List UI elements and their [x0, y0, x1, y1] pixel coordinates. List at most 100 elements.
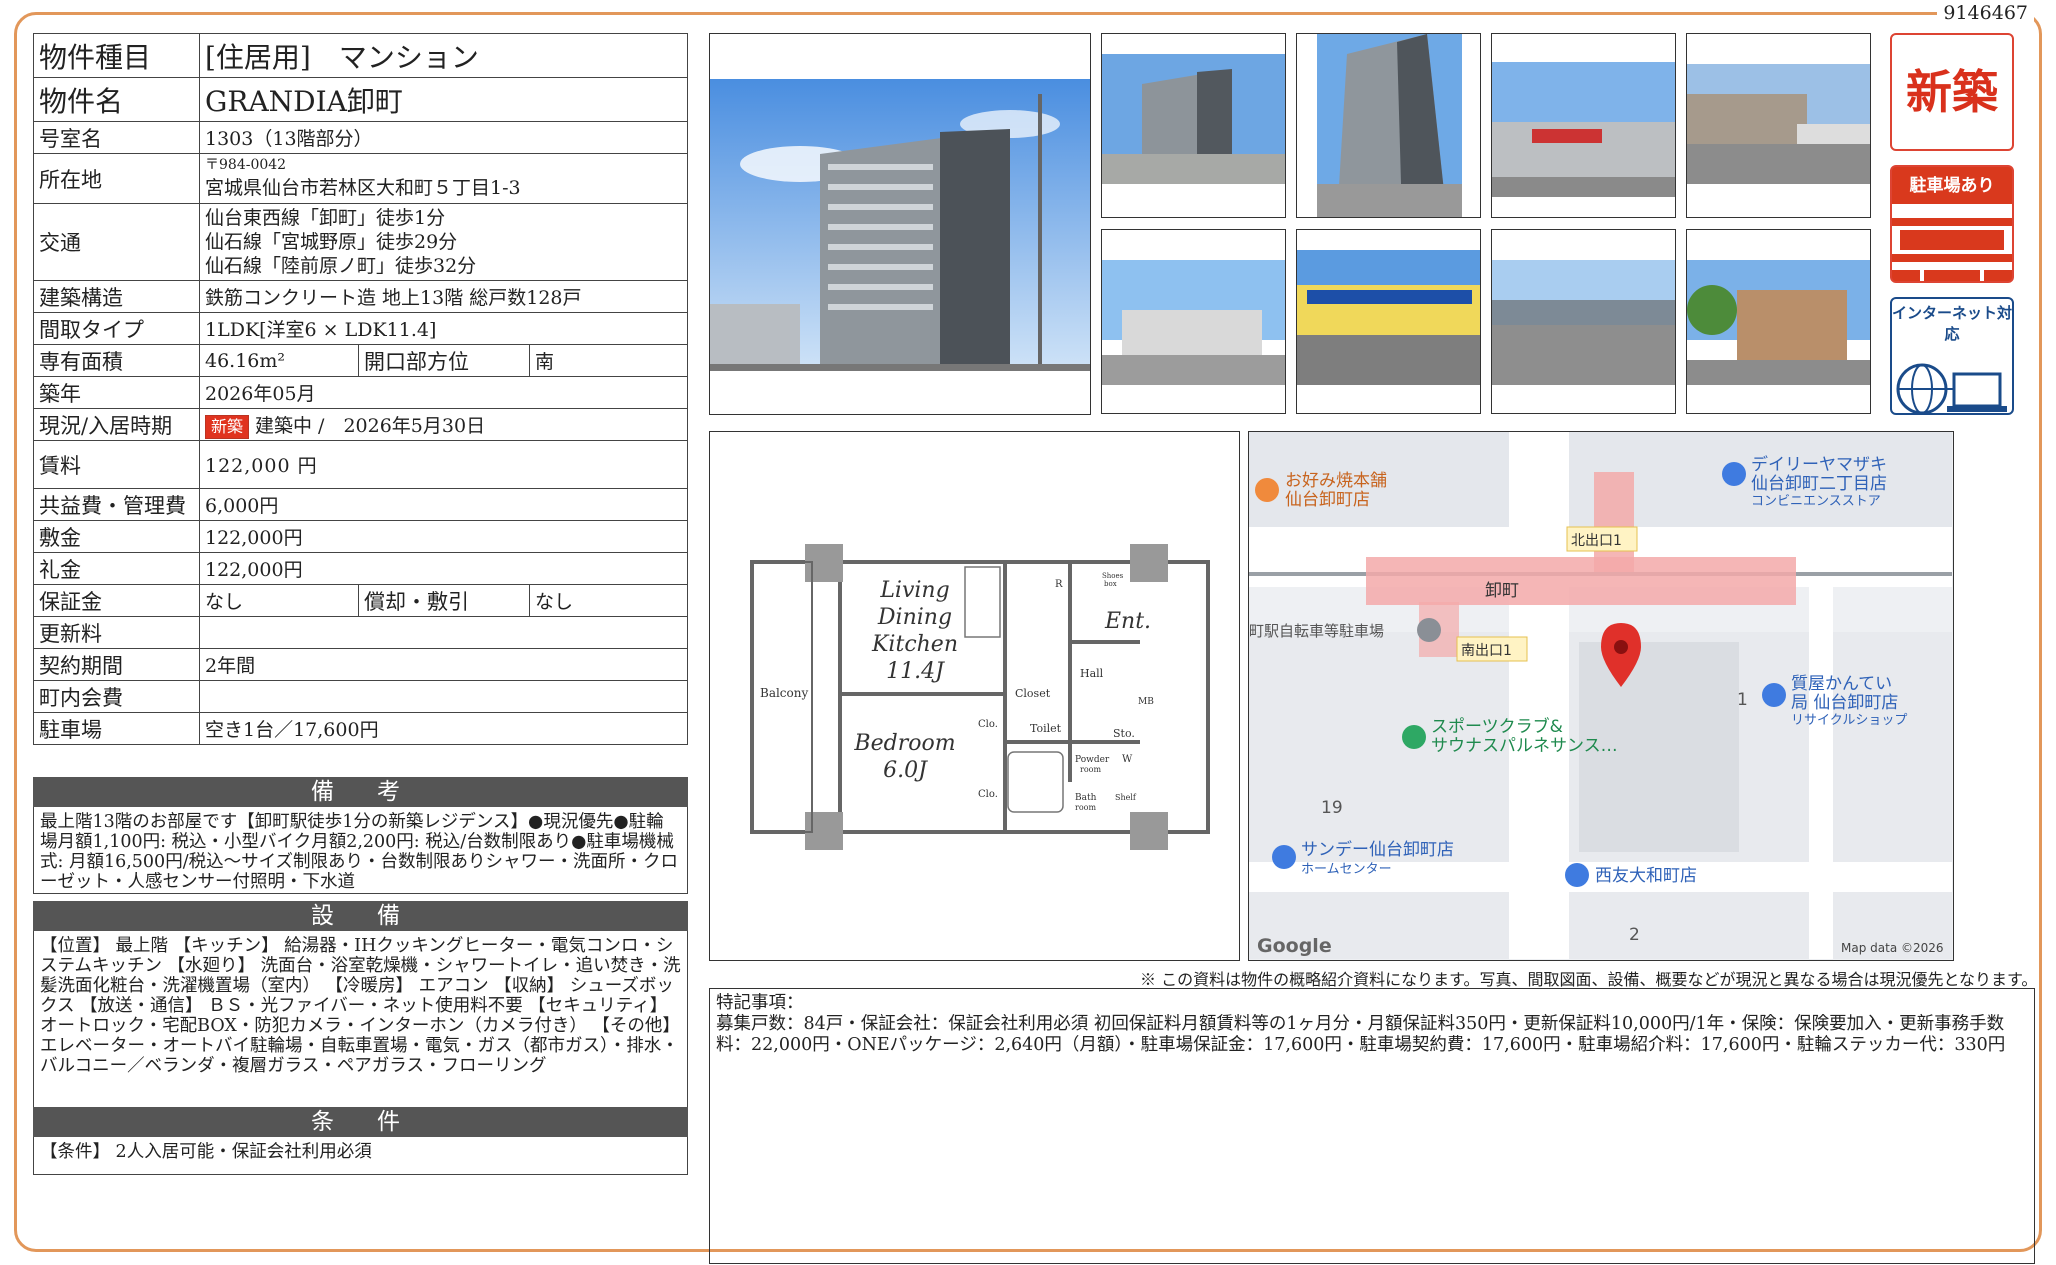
- thumb-seiyu-1[interactable]: [1491, 33, 1676, 218]
- address-zip: 〒984-0042: [205, 156, 287, 173]
- fee-label: 共益費・管理費: [33, 488, 200, 521]
- map-label-sports-2: サウナスパルネサンス…: [1431, 736, 1618, 756]
- type-value: [住居用] マンション: [199, 33, 688, 78]
- new-build-badge: 新築: [205, 414, 250, 439]
- thumb-image: [1687, 260, 1870, 385]
- setsubi-title: 設 備: [33, 901, 688, 931]
- parking-label: 駐車場: [33, 712, 200, 745]
- status-value: 建築中 / 2026年5月30日: [255, 414, 486, 437]
- address-cell: 〒984-0042 宮城県仙台市若林区大和町５丁目1-3: [199, 153, 688, 204]
- rent-label: 賃料: [33, 440, 200, 489]
- key-money-value: 122,000円: [199, 552, 688, 585]
- thumb-image: [1102, 54, 1285, 184]
- mb-label: MB: [1138, 697, 1154, 707]
- document-number: 9146467: [1937, 2, 2034, 24]
- building-image: [710, 79, 1090, 371]
- term-value: 2年間: [199, 648, 688, 681]
- thumb-image: [1492, 62, 1675, 197]
- floor-plan-drawing: Balcony Living Dining Kitchen 11.4J Bedr…: [750, 544, 1210, 850]
- powder-label: Powder: [1075, 755, 1110, 765]
- thumb-building-2[interactable]: [1296, 33, 1481, 218]
- shelf-label: Shelf: [1115, 793, 1137, 802]
- entrance-label: Ent.: [1104, 609, 1151, 634]
- map-label-pawn-3: リサイクルショップ: [1791, 713, 1907, 728]
- access-line: 仙石線「宮城野原」徒歩29分: [205, 231, 458, 253]
- thumb-image: [1102, 260, 1285, 385]
- bath-label-2: room: [1075, 803, 1096, 812]
- deposit-label: 敷金: [33, 520, 200, 553]
- setsubi-section: 設 備 【位置】 最上階 【キッチン】 給湯器・IHクッキングヒーター・電気コン…: [33, 901, 688, 1108]
- bath-label: Bath: [1075, 793, 1097, 803]
- name-value: GRANDIA卸町: [199, 77, 688, 122]
- structure-value: 鉄筋コンクリート造 地上13階 総戸数128戸: [199, 280, 688, 313]
- internet-badge: インターネット対応: [1890, 297, 2014, 415]
- parking-icon: [1892, 204, 2012, 281]
- map-label-daily-2: 仙台卸町二丁目店: [1751, 474, 1887, 494]
- access-line: 仙台東西線「卸町」徒歩1分: [205, 207, 446, 229]
- layout-label: 間取タイプ: [33, 312, 200, 345]
- map-label-sunday-2: ホームセンター: [1301, 862, 1392, 877]
- parking-value: 空き1台／17,600円: [199, 712, 688, 745]
- map-south-exit: 南出口1: [1461, 643, 1512, 659]
- new-construction-badge: 新築: [1890, 33, 2014, 151]
- built-label: 築年: [33, 376, 200, 409]
- map-label-okonomiyaki: お好み焼本舗: [1285, 471, 1387, 491]
- main-building-photo[interactable]: [709, 33, 1091, 415]
- storage-label: Sto.: [1113, 727, 1135, 740]
- deposit-value: 122,000円: [199, 520, 688, 553]
- ldk-line: Dining: [877, 605, 952, 630]
- location-map[interactable]: お好み焼本舗 仙台卸町店 デイリーヤマザキ 仙台卸町二丁目店 コンビニエンススト…: [1248, 431, 1954, 961]
- map-label-sports: スポーツクラブ&: [1431, 716, 1563, 737]
- map-block-number: 19: [1321, 798, 1343, 818]
- map-bike-parking: 町駅自転車等駐車場: [1249, 622, 1384, 640]
- type-label: 物件種目: [33, 33, 200, 78]
- status-label: 現況/入居時期: [33, 408, 200, 441]
- town-fee-value: [199, 680, 688, 713]
- map-data-credit: Map data ©2026: [1841, 941, 1944, 955]
- map-label-daily: デイリーヤマザキ: [1751, 454, 1887, 475]
- map-station-label: 卸町: [1485, 581, 1519, 601]
- guarantee-label: 保証金: [33, 584, 200, 617]
- map-label-sunday: サンデー仙台卸町店: [1301, 839, 1454, 860]
- name-label: 物件名: [33, 77, 200, 122]
- rent-value: 122,000 円: [199, 440, 688, 489]
- amortization-value: なし: [529, 584, 688, 617]
- joken-section: 条 件 【条件】 2人入居可能・保証会社利用必須: [33, 1107, 688, 1175]
- renewal-label: 更新料: [33, 616, 200, 649]
- thumb-seiyu-2[interactable]: [1686, 33, 1871, 218]
- guarantee-value: なし: [199, 584, 359, 617]
- area-label: 専有面積: [33, 344, 200, 377]
- direction-label: 開口部方位: [358, 344, 530, 377]
- bedroom-line: Bedroom: [853, 731, 955, 756]
- fridge-label: R: [1055, 579, 1063, 590]
- map-label-okonomiyaki-2: 仙台卸町店: [1285, 490, 1370, 510]
- clo-label-2: Clo.: [978, 789, 998, 800]
- powder-label-2: room: [1080, 765, 1101, 774]
- washer-label: W: [1122, 754, 1133, 765]
- access-label: 交通: [33, 203, 200, 281]
- map-label-daily-3: コンビニエンスストア: [1751, 494, 1881, 509]
- map-block-number: 2: [1629, 925, 1640, 945]
- bedroom-line: 6.0J: [883, 758, 928, 783]
- map-google-logo: Google: [1257, 935, 1332, 957]
- remarks-text: 募集戸数：84戸・保証会社：保証会社利用必須 初回保証料月額賃料等の1ヶ月分・月…: [716, 1014, 2006, 1055]
- bikou-title: 備 考: [33, 777, 688, 807]
- address-value: 宮城県仙台市若林区大和町５丁目1-3: [205, 176, 521, 199]
- joken-text: 【条件】 2人入居可能・保証会社利用必須: [40, 1142, 372, 1162]
- structure-label: 建築構造: [33, 280, 200, 313]
- thumb-shop[interactable]: [1686, 229, 1871, 414]
- room-label: 号室名: [33, 121, 200, 154]
- disclaimer-note: ※ この資料は物件の概略紹介資料になります。写真、間取図面、設備、概要などが現況…: [1140, 970, 2038, 989]
- address-label: 所在地: [33, 153, 200, 204]
- ldk-line: Living: [879, 578, 949, 603]
- floor-plan: Balcony Living Dining Kitchen 11.4J Bedr…: [709, 431, 1240, 961]
- access-cell: 仙台東西線「卸町」徒歩1分 仙石線「宮城野原」徒歩29分 仙石線「陸前原ノ町」徒…: [199, 203, 688, 281]
- thumb-mall[interactable]: [1101, 229, 1286, 414]
- parking-badge-label: 駐車場あり: [1909, 176, 1995, 196]
- thumb-drugstore[interactable]: [1296, 229, 1481, 414]
- thumb-image: [1687, 64, 1870, 184]
- thumb-parking-lot[interactable]: [1491, 229, 1676, 414]
- built-value: 2026年05月: [199, 376, 688, 409]
- thumb-building-1[interactable]: [1101, 33, 1286, 218]
- layout-value: 1LDK[洋室6 × LDK11.4]: [199, 312, 688, 345]
